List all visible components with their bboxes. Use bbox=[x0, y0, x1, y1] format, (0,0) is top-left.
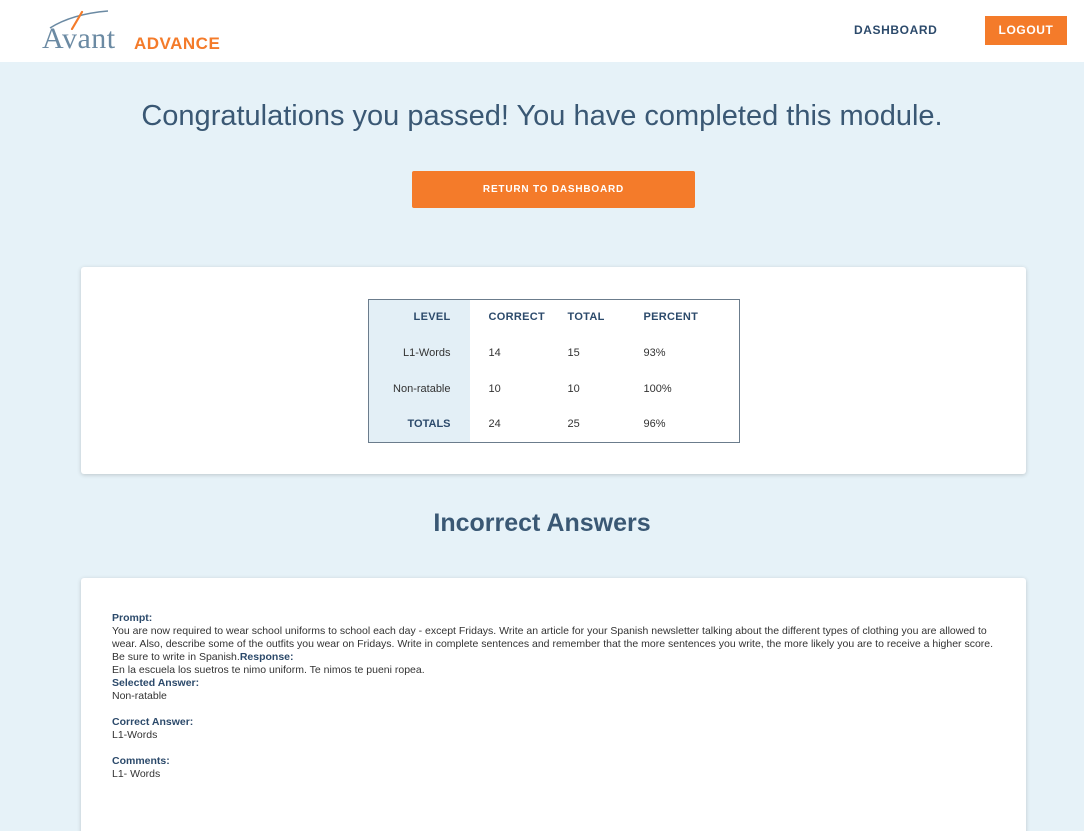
table-row: L1-Words 14 15 93% bbox=[368, 334, 740, 371]
incorrect-answers-card: Prompt: You are now required to wear sch… bbox=[81, 578, 1026, 831]
avant-logo[interactable]: Avant ADVANCE bbox=[42, 8, 242, 55]
row-level: Non-ratable bbox=[368, 370, 470, 407]
row-level: TOTALS bbox=[368, 406, 470, 443]
row-percent: 100% bbox=[643, 382, 672, 395]
selected-answer-label: Selected Answer: bbox=[112, 677, 200, 689]
results-card: LEVEL CORRECT TOTAL PERCENT L1-Words 14 … bbox=[81, 267, 1026, 474]
header-correct: CORRECT bbox=[488, 311, 545, 324]
row-total: 25 bbox=[567, 418, 580, 431]
correct-answer-value: L1-Words bbox=[112, 729, 158, 741]
response-text: En la escuela los suetros te nimo unifor… bbox=[112, 664, 425, 676]
row-correct: 10 bbox=[488, 382, 501, 395]
logo-advance-text: ADVANCE bbox=[134, 34, 221, 53]
prompt-label: Prompt: bbox=[112, 612, 153, 624]
row-total: 15 bbox=[567, 346, 580, 359]
logo-avant-text: Avant bbox=[42, 22, 116, 55]
top-header: Avant ADVANCE DASHBOARD LOGOUT bbox=[0, 0, 1084, 62]
comments-label: Comments: bbox=[112, 755, 170, 767]
correct-answer-label: Correct Answer: bbox=[112, 716, 194, 728]
answer-item: Prompt: You are now required to wear sch… bbox=[112, 612, 1002, 781]
header-percent: PERCENT bbox=[643, 311, 699, 324]
response-label: Response: bbox=[239, 651, 294, 663]
nav-dashboard-link[interactable]: DASHBOARD bbox=[854, 23, 937, 37]
table-row-totals: TOTALS 24 25 96% bbox=[368, 406, 740, 443]
selected-answer-value: Non-ratable bbox=[112, 690, 167, 702]
row-correct: 24 bbox=[488, 418, 501, 431]
incorrect-answers-title: Incorrect Answers bbox=[433, 509, 651, 537]
row-total: 10 bbox=[567, 382, 580, 395]
table-row: Non-ratable 10 10 100% bbox=[368, 370, 740, 407]
row-percent: 93% bbox=[643, 346, 666, 359]
page-title: Congratulations you passed! You have com… bbox=[141, 100, 943, 132]
row-correct: 14 bbox=[488, 346, 501, 359]
score-table: LEVEL CORRECT TOTAL PERCENT L1-Words 14 … bbox=[368, 299, 740, 443]
row-percent: 96% bbox=[643, 418, 666, 431]
row-level: L1-Words bbox=[368, 334, 470, 371]
comments-value: L1- Words bbox=[112, 768, 161, 780]
logout-button[interactable]: LOGOUT bbox=[985, 16, 1067, 45]
header-total: TOTAL bbox=[567, 311, 605, 324]
table-header-row: LEVEL CORRECT TOTAL PERCENT bbox=[368, 299, 740, 335]
return-to-dashboard-button[interactable]: RETURN TO DASHBOARD bbox=[412, 171, 695, 208]
header-level: LEVEL bbox=[368, 299, 470, 335]
